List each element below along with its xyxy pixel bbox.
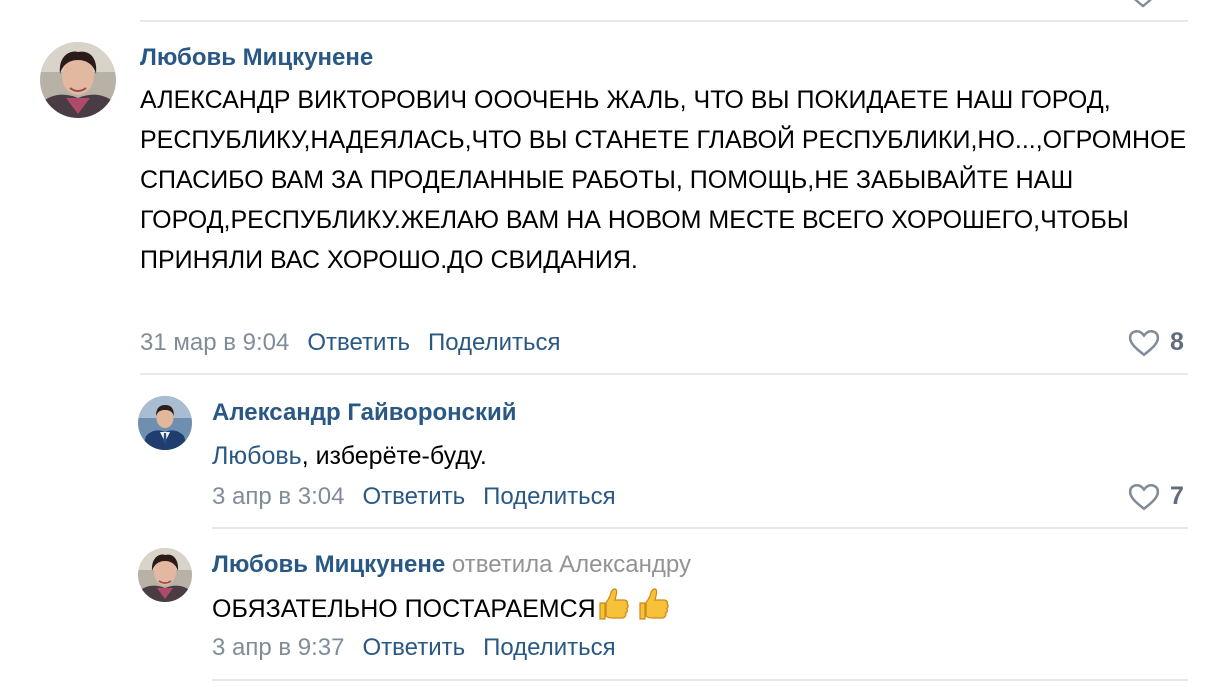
avatar[interactable] xyxy=(138,396,192,450)
share-button[interactable]: Поделиться xyxy=(428,329,561,356)
heart-icon xyxy=(1128,483,1160,510)
comment-meta: 3 апр в 9:37 Ответить Поделиться xyxy=(212,634,616,662)
replied-to-label[interactable]: ответила Александру xyxy=(452,551,691,578)
like-count: 7 xyxy=(1170,482,1184,510)
like-count: 8 xyxy=(1170,328,1184,356)
comment-body: ОБЯЗАТЕЛЬНО ПОСТАРАЕМСЯ xyxy=(212,595,596,623)
comment-author[interactable]: Александр Гайворонский xyxy=(212,399,517,427)
avatar[interactable] xyxy=(138,548,192,602)
author-link[interactable]: Любовь Мицкунене xyxy=(212,551,445,578)
divider xyxy=(212,527,1188,529)
share-button[interactable]: Поделиться xyxy=(483,483,616,510)
comment-date[interactable]: 31 мар в 9:04 xyxy=(140,329,289,356)
like-button[interactable]: 8 xyxy=(1128,328,1184,357)
comment-meta: 31 мар в 9:04 Ответить Поделиться xyxy=(140,329,560,357)
comment-text: ОБЯЗАТЕЛЬНО ПОСТАРАЕМСЯ xyxy=(212,587,1172,633)
heart-icon xyxy=(1128,329,1160,356)
divider xyxy=(140,373,1188,375)
comment-meta: 3 апр в 3:04 Ответить Поделиться xyxy=(212,483,616,511)
comment-date[interactable]: 3 апр в 3:04 xyxy=(212,483,345,510)
divider xyxy=(140,20,1188,22)
heart-icon[interactable] xyxy=(1128,0,1158,8)
mention-link[interactable]: Любовь xyxy=(212,442,302,470)
divider xyxy=(212,679,1188,681)
reply-button[interactable]: Ответить xyxy=(363,634,466,661)
comment-text: АЛЕКСАНДР ВИКТОРОВИЧ ОООЧЕНЬ ЖАЛЬ, ЧТО В… xyxy=(140,86,1187,274)
share-button[interactable]: Поделиться xyxy=(483,634,616,661)
comment-body: , изберёте-буду. xyxy=(301,442,487,470)
thumbs-up-emoji xyxy=(596,587,676,633)
reply-button[interactable]: Ответить xyxy=(307,329,410,356)
avatar[interactable] xyxy=(40,42,116,118)
comment-author: Любовь Мицкунене ответила Александру xyxy=(212,551,691,579)
reply-button[interactable]: Ответить xyxy=(363,483,466,510)
comment-date[interactable]: 3 апр в 9:37 xyxy=(212,634,345,661)
like-button[interactable]: 7 xyxy=(1128,482,1184,511)
comment-author[interactable]: Любовь Мицкунене xyxy=(140,44,373,72)
comment-text: Любовь, изберёте-буду. xyxy=(212,436,1172,476)
previous-comment-meta-cut: ▀ ▀ ▀▀▀ ▀ ▀ ▀▀▀ ▀▀▀ ▀▀ ▀ ▀▀▀ ▀▀▀ ▀▀▀ ▀ ▀… xyxy=(140,0,744,8)
